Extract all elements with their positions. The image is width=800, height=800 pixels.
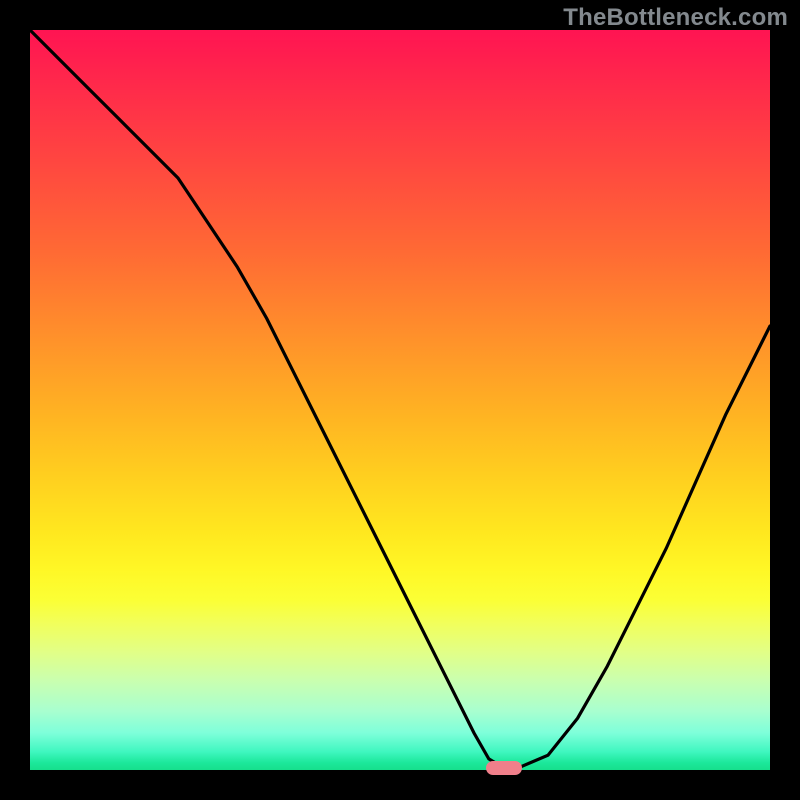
- chart-frame: TheBottleneck.com: [0, 0, 800, 800]
- optimal-marker: [486, 761, 522, 775]
- bottleneck-curve: [30, 30, 770, 770]
- plot-area: [30, 30, 770, 770]
- watermark-text: TheBottleneck.com: [563, 4, 788, 32]
